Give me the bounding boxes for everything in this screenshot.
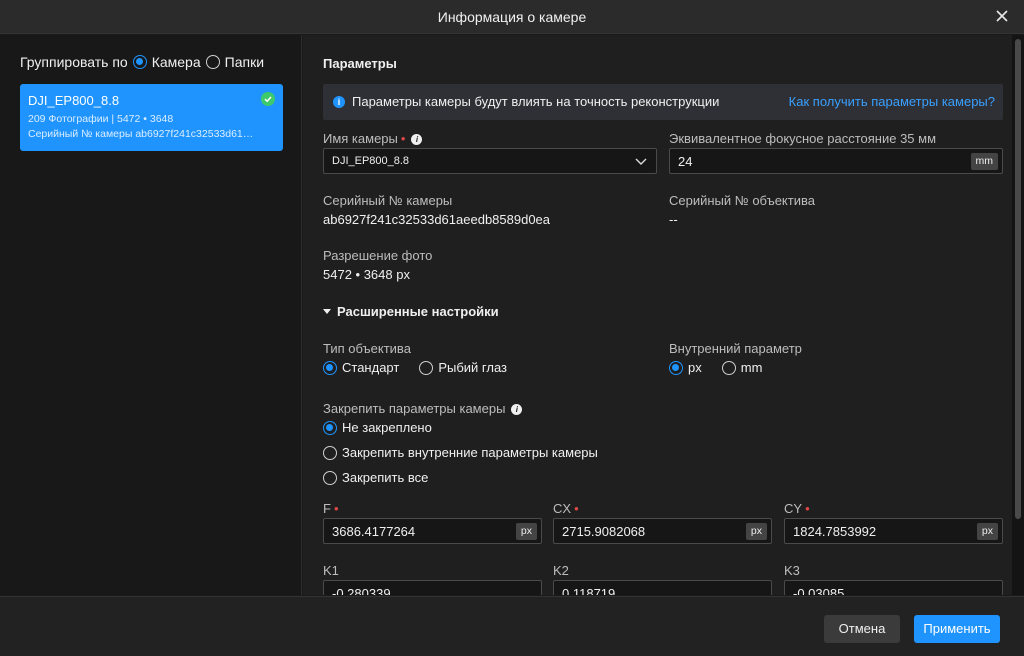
internal-param-label: Внутренний параметр	[669, 341, 802, 356]
lock-option-none[interactable]: Не закреплено	[323, 420, 432, 435]
caret-down-icon	[323, 309, 331, 314]
camera-name-label: Имя камеры • i	[323, 131, 423, 146]
info-tooltip-icon[interactable]: i	[411, 134, 423, 145]
info-icon: i	[333, 96, 345, 108]
info-banner: i Параметры камеры будут влиять на точно…	[323, 84, 1003, 120]
lock-option-internal[interactable]: Закрепить внутренние параметры камеры	[323, 445, 598, 460]
k2-label: K2	[553, 563, 569, 578]
f-input[interactable]	[332, 523, 506, 539]
group-by-label: Группировать по	[20, 54, 128, 70]
focal-length-field[interactable]: mm	[669, 148, 1003, 174]
k3-label: K3	[784, 563, 800, 578]
k1-field[interactable]	[323, 580, 542, 595]
scrollbar[interactable]	[1012, 35, 1024, 595]
info-text: Параметры камеры будут влиять на точност…	[352, 94, 720, 109]
f-field[interactable]: px	[323, 518, 542, 544]
internal-param-group: px mm	[669, 360, 762, 375]
lens-type-standard[interactable]: Стандарт	[323, 360, 399, 375]
k3-input[interactable]	[793, 585, 967, 595]
scrollbar-thumb[interactable]	[1015, 39, 1021, 519]
radio-selected-icon	[323, 360, 337, 375]
cy-input[interactable]	[793, 523, 967, 539]
radio-unselected-icon	[721, 360, 736, 375]
camera-serial-label: Серийный № камеры	[323, 193, 453, 208]
radio-unselected-icon	[419, 360, 434, 375]
lock-option-all[interactable]: Закрепить все	[323, 470, 428, 485]
camera-card-serial: Серийный № камеры ab6927f241c32533d61aee…	[28, 128, 258, 140]
cx-input[interactable]	[562, 523, 736, 539]
unit-badge: px	[745, 523, 767, 540]
group-option-folders[interactable]: Папки	[205, 54, 264, 70]
chevron-down-icon	[635, 158, 647, 165]
k2-field[interactable]	[553, 580, 772, 595]
camera-name-select[interactable]: DJI_EP800_8.8	[323, 148, 657, 174]
check-circle-icon	[261, 92, 275, 106]
dialog-footer: Отмена Применить	[0, 596, 1024, 656]
camera-card-name: DJI_EP800_8.8	[28, 93, 120, 108]
lens-type-group: Стандарт Рыбий глаз	[323, 360, 507, 375]
k1-input[interactable]	[332, 585, 506, 595]
resolution-value: 5472 • 3648 px	[323, 267, 410, 282]
k1-label: K1	[323, 563, 339, 578]
focal-length-label: Эквивалентное фокусное расстояние 35 мм	[669, 131, 937, 146]
cancel-button[interactable]: Отмена	[824, 615, 900, 643]
lock-params-label: Закрепить параметры камеры i	[323, 401, 523, 416]
lens-type-label: Тип объектива	[323, 341, 411, 356]
sidebar: Группировать по Камера Папки DJI_EP800_8…	[0, 35, 302, 595]
resolution-label: Разрешение фото	[323, 248, 433, 263]
lens-type-fisheye[interactable]: Рыбий глаз	[419, 360, 507, 375]
radio-unselected-icon	[323, 470, 337, 485]
close-icon[interactable]	[994, 8, 1010, 24]
window-title: Информация о камере	[437, 9, 587, 25]
cx-label: CX •	[553, 501, 579, 516]
internal-param-mm[interactable]: mm	[721, 360, 762, 375]
group-option-camera[interactable]: Камера	[132, 54, 201, 70]
unit-badge: mm	[970, 153, 998, 170]
k2-input[interactable]	[562, 585, 736, 595]
radio-selected-icon	[132, 55, 147, 69]
apply-button[interactable]: Применить	[914, 615, 1000, 643]
help-link[interactable]: Как получить параметры камеры?	[789, 94, 995, 109]
info-tooltip-icon[interactable]: i	[511, 404, 523, 415]
advanced-settings-toggle[interactable]: Расширенные настройки	[323, 304, 499, 319]
lens-serial-value: --	[669, 212, 678, 227]
radio-selected-icon	[669, 360, 683, 375]
radio-unselected-icon	[205, 55, 220, 69]
parameters-panel: Параметры i Параметры камеры будут влият…	[303, 35, 1012, 595]
camera-serial-value: ab6927f241c32533d61aeedb8589d0ea	[323, 212, 551, 227]
focal-length-input[interactable]	[678, 153, 944, 169]
unit-badge: px	[976, 523, 998, 540]
internal-param-px[interactable]: px	[669, 360, 702, 375]
cy-field[interactable]: px	[784, 518, 1003, 544]
section-title: Параметры	[323, 56, 397, 71]
lens-serial-label: Серийный № объектива	[669, 193, 815, 208]
k3-field[interactable]	[784, 580, 1003, 595]
unit-badge: px	[515, 523, 537, 540]
f-label: F •	[323, 501, 339, 516]
radio-unselected-icon	[323, 445, 337, 460]
camera-list-item[interactable]: DJI_EP800_8.8 209 Фотографии | 5472 • 36…	[20, 84, 283, 151]
camera-card-meta: 209 Фотографии | 5472 • 3648	[28, 113, 174, 125]
group-by-row: Группировать по Камера Папки	[20, 54, 264, 70]
cx-field[interactable]: px	[553, 518, 772, 544]
radio-selected-icon	[323, 420, 337, 435]
cy-label: CY •	[784, 501, 810, 516]
title-bar: Информация о камере	[0, 0, 1024, 34]
